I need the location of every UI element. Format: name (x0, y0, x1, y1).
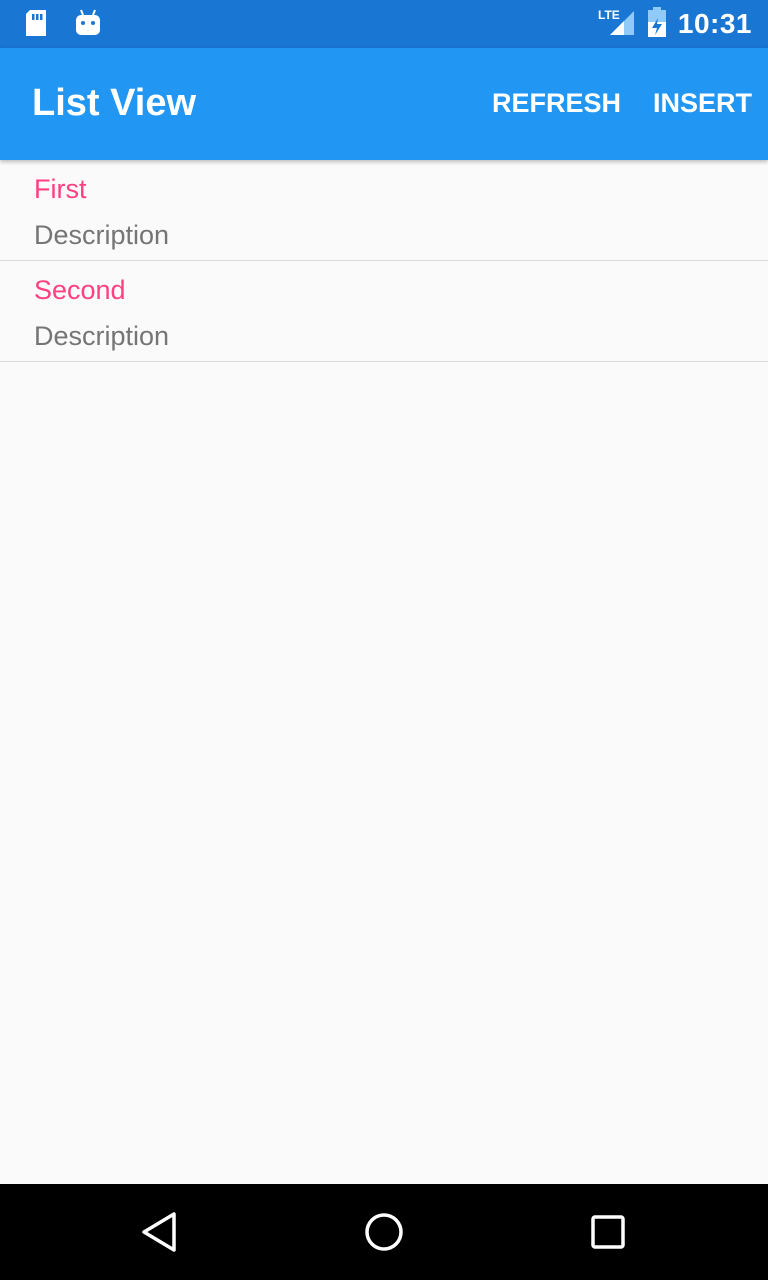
list-item-title: First (34, 174, 87, 204)
status-clock: 10:31 (677, 8, 752, 39)
refresh-button[interactable]: REFRESH (492, 88, 621, 119)
list-item[interactable]: Second Description (0, 261, 768, 362)
insert-button[interactable]: INSERT (653, 88, 752, 119)
list-view[interactable]: First Description Second Description (0, 160, 768, 362)
list-item-description: Description (34, 321, 170, 351)
back-icon[interactable] (136, 1208, 184, 1256)
navigation-bar (0, 1184, 768, 1280)
recents-icon[interactable] (584, 1208, 632, 1256)
list-item-title: Second (34, 275, 126, 305)
android-icon (74, 8, 102, 43)
app-bar: List View REFRESH INSERT (0, 48, 768, 160)
list-item[interactable]: First Description (0, 160, 768, 261)
lte-signal-icon: LTE (598, 7, 636, 42)
sd-card-icon (22, 8, 50, 43)
page-title: List View (32, 82, 197, 124)
status-bar: LTE 10:31 (0, 0, 768, 48)
network-label: LTE (598, 8, 620, 22)
battery-icon (646, 6, 668, 43)
home-icon[interactable] (360, 1208, 408, 1256)
list-item-description: Description (34, 220, 170, 250)
